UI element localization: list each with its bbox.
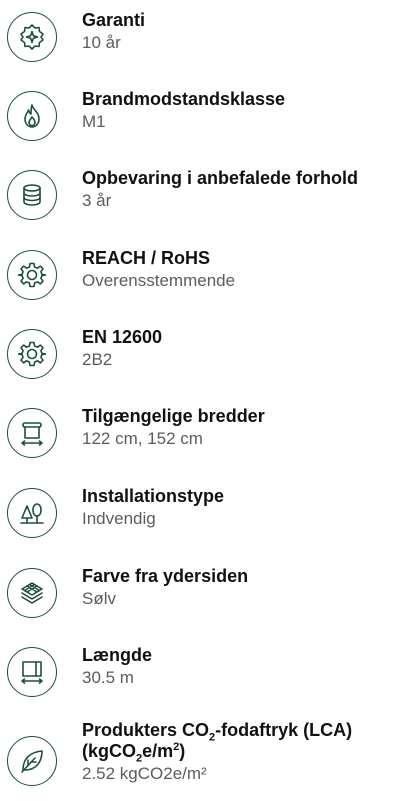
spec-label: Længde [82,645,152,665]
label-part: (kgCO [82,741,136,761]
roll-width-icon [7,408,57,458]
installation-tree-icon [7,488,57,538]
flame-icon [7,91,57,141]
spec-label: EN 12600 [82,327,163,347]
spec-value: Overensstemmende [82,271,236,290]
spec-list: Garanti 10 år Brandmodstandsklasse M1 Op… [0,0,403,801]
spec-value: M1 [82,112,106,131]
label-part: -fodaftryk (LCA) [215,720,353,740]
spec-label: REACH / RoHS [82,248,211,268]
spec-item-reach-rohs: REACH / RoHS Overensstemmende [0,244,403,314]
spec-item-widths: Tilgængelige bredder 122 cm, 152 cm [0,402,403,472]
spec-value: 10 år [82,33,121,52]
spec-value: 2.52 kgCO2e/m² [82,764,207,783]
spec-label: Tilgængelige bredder [82,406,265,426]
spec-value: 30.5 m [82,668,134,687]
label-part: ) [179,741,186,761]
spec-label: Farve fra ydersiden [82,566,249,586]
spec-value: 2B2 [82,350,113,369]
spec-value: 3 år [82,191,112,210]
leaf-icon [7,736,57,786]
spec-label: Garanti [82,10,146,30]
gear-icon [7,329,57,379]
spec-item-storage: Opbevaring i anbefalede forhold 3 år [0,164,403,234]
spec-item-fire-class: Brandmodstandsklasse M1 [0,85,403,155]
spec-label: Brandmodstandsklasse [82,89,286,109]
length-icon [7,647,57,697]
warranty-badge-icon [7,12,57,62]
spec-item-co2-footprint: Produkters CO2-fodaftryk (LCA) (kgCO2e/m… [0,718,403,798]
label-part: Produkters CO [82,720,210,740]
spec-item-installation: Installationstype Indvendig [0,482,403,552]
spec-value: Sølv [82,589,116,608]
spec-value: 122 cm, 152 cm [82,429,203,448]
spec-value: Indvendig [82,509,156,528]
gear-icon [7,250,57,300]
spec-label: Opbevaring i anbefalede forhold [82,168,359,188]
spec-item-warranty: Garanti 10 år [0,6,403,76]
layers-icon [7,568,57,618]
label-part: e/m [142,741,174,761]
spec-item-exterior-color: Farve fra ydersiden Sølv [0,562,403,632]
spec-item-en12600: EN 12600 2B2 [0,323,403,393]
storage-database-icon [7,170,57,220]
spec-label: Installationstype [82,486,225,506]
spec-label: Produkters CO2-fodaftryk (LCA) (kgCO2e/m… [82,720,403,764]
spec-item-length: Længde 30.5 m [0,641,403,711]
